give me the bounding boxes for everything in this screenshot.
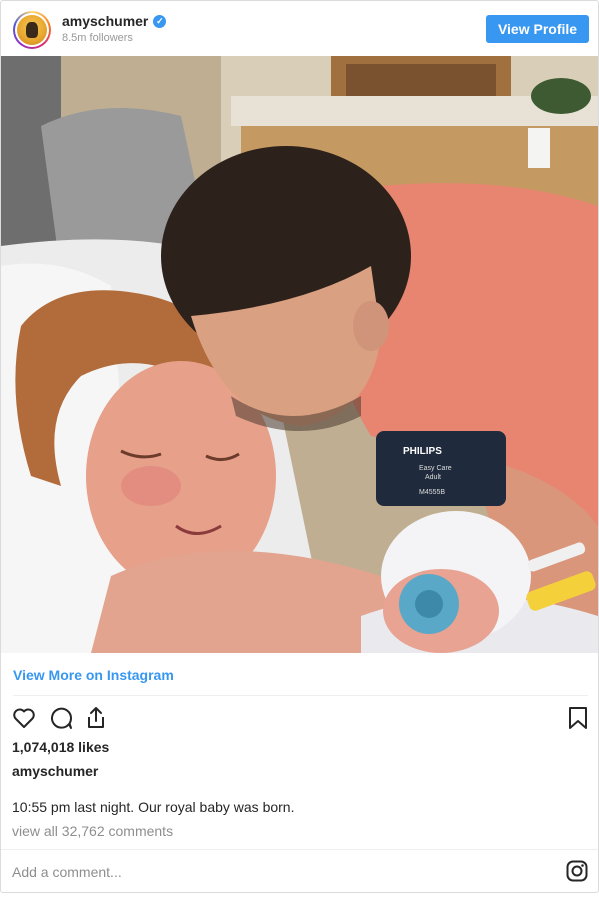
monitor-text-3: M4555B	[419, 489, 445, 496]
instagram-icon[interactable]	[566, 860, 588, 882]
monitor-brand-text: PHILIPS	[403, 446, 442, 457]
username-link[interactable]: amyschumer	[62, 13, 148, 29]
action-bar	[11, 705, 591, 731]
caption-text: 10:55 pm last night. Our royal baby was …	[12, 799, 295, 815]
verified-badge-icon: ✓	[153, 14, 167, 28]
avatar[interactable]	[13, 11, 51, 49]
heart-icon[interactable]	[11, 705, 37, 731]
likes-count[interactable]: 1,074,018 likes	[12, 739, 109, 755]
view-more-link[interactable]: View More on Instagram	[13, 667, 174, 683]
add-comment-input[interactable]: Add a comment...	[12, 864, 122, 880]
avatar-image	[17, 15, 47, 45]
divider	[13, 695, 588, 696]
view-all-comments-link[interactable]: view all 32,762 comments	[12, 823, 173, 839]
monitor-text-2: Adult	[425, 474, 441, 481]
instagram-embed-card: amyschumer ✓ 8.5m followers View Profile	[0, 0, 599, 893]
share-icon[interactable]	[83, 705, 109, 731]
post-photo[interactable]: PHILIPS Easy Care Adult M4555B	[1, 56, 598, 653]
bookmark-icon[interactable]	[565, 705, 591, 731]
divider	[1, 849, 598, 850]
comment-icon[interactable]	[48, 705, 74, 731]
monitor-text-1: Easy Care	[419, 465, 452, 472]
followers-count: 8.5m followers	[62, 32, 133, 44]
photo-illustration: PHILIPS Easy Care Adult M4555B	[1, 56, 598, 653]
post-header: amyschumer ✓ 8.5m followers View Profile	[1, 1, 598, 56]
view-profile-button[interactable]: View Profile	[486, 15, 589, 43]
caption-username[interactable]: amyschumer	[12, 763, 98, 779]
username-row: amyschumer ✓	[62, 13, 167, 29]
